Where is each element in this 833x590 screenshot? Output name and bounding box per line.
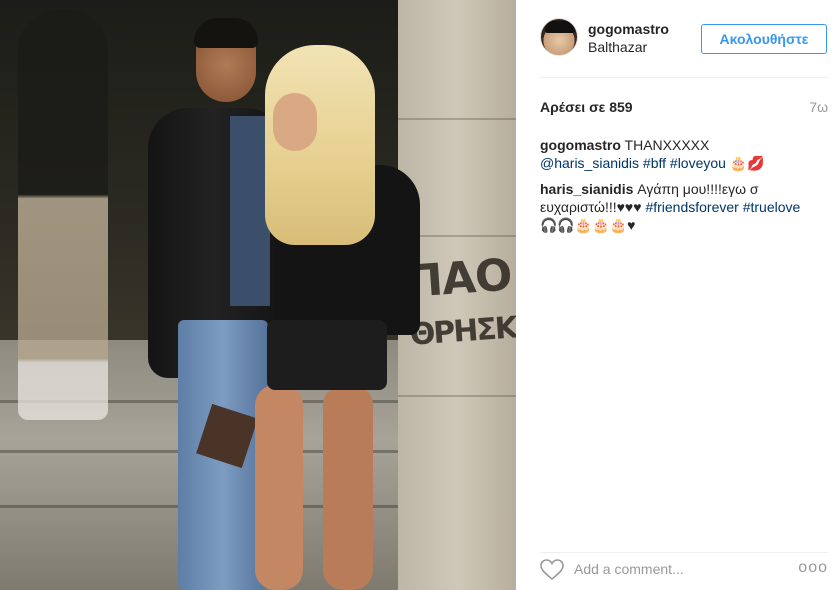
add-comment-input[interactable]: Add a comment... — [574, 561, 684, 577]
post-header: gogomastro Balthazar Ακολουθήστε — [540, 18, 828, 60]
follow-button[interactable]: Ακολουθήστε — [701, 24, 827, 54]
graffiti-line: ΠΑΟ — [404, 249, 514, 308]
graffiti-line: ΘΡΗΣΚ — [408, 310, 516, 353]
post-photo[interactable]: ΠΑΟ ΘΡΗΣΚ — [0, 0, 516, 590]
comment-tags[interactable]: #friendsforever #truelove — [645, 199, 800, 215]
comment-item: gogomastro THANXXXXX @haris_sianidis #bf… — [540, 136, 810, 172]
photo-woman — [245, 45, 420, 590]
avatar[interactable] — [540, 18, 578, 56]
comment-text: THANXXXXX — [620, 137, 710, 153]
more-options-icon[interactable]: ooo — [798, 559, 828, 577]
comment-item: haris_sianidis Αγάπη μου!!!!εγω σ ευχαρι… — [540, 180, 810, 234]
comment-emoji: 🎧🎧🎂🎂🎂♥ — [540, 217, 636, 233]
comments-list: gogomastro THANXXXXX @haris_sianidis #bf… — [540, 136, 810, 242]
photo-bystander — [18, 10, 108, 420]
post-location[interactable]: Balthazar — [588, 39, 647, 55]
heart-outline-icon[interactable] — [540, 559, 564, 581]
comment-emoji: 🎂💋 — [725, 155, 765, 171]
header-divider — [540, 77, 828, 78]
likes-count[interactable]: Αρέσει σε 859 — [540, 99, 633, 115]
post-details-panel: gogomastro Balthazar Ακολουθήστε Αρέσει … — [516, 0, 833, 590]
photo-graffiti: ΠΑΟ ΘΡΗΣΚ — [404, 249, 516, 359]
comment-author[interactable]: gogomastro — [540, 137, 621, 153]
post-time[interactable]: 7ω — [809, 99, 828, 115]
comment-bar: Add a comment... ooo — [540, 552, 828, 586]
post-username[interactable]: gogomastro — [588, 21, 669, 37]
comment-tags[interactable]: @haris_sianidis #bff #loveyou — [540, 155, 726, 171]
comment-author[interactable]: haris_sianidis — [540, 181, 633, 197]
